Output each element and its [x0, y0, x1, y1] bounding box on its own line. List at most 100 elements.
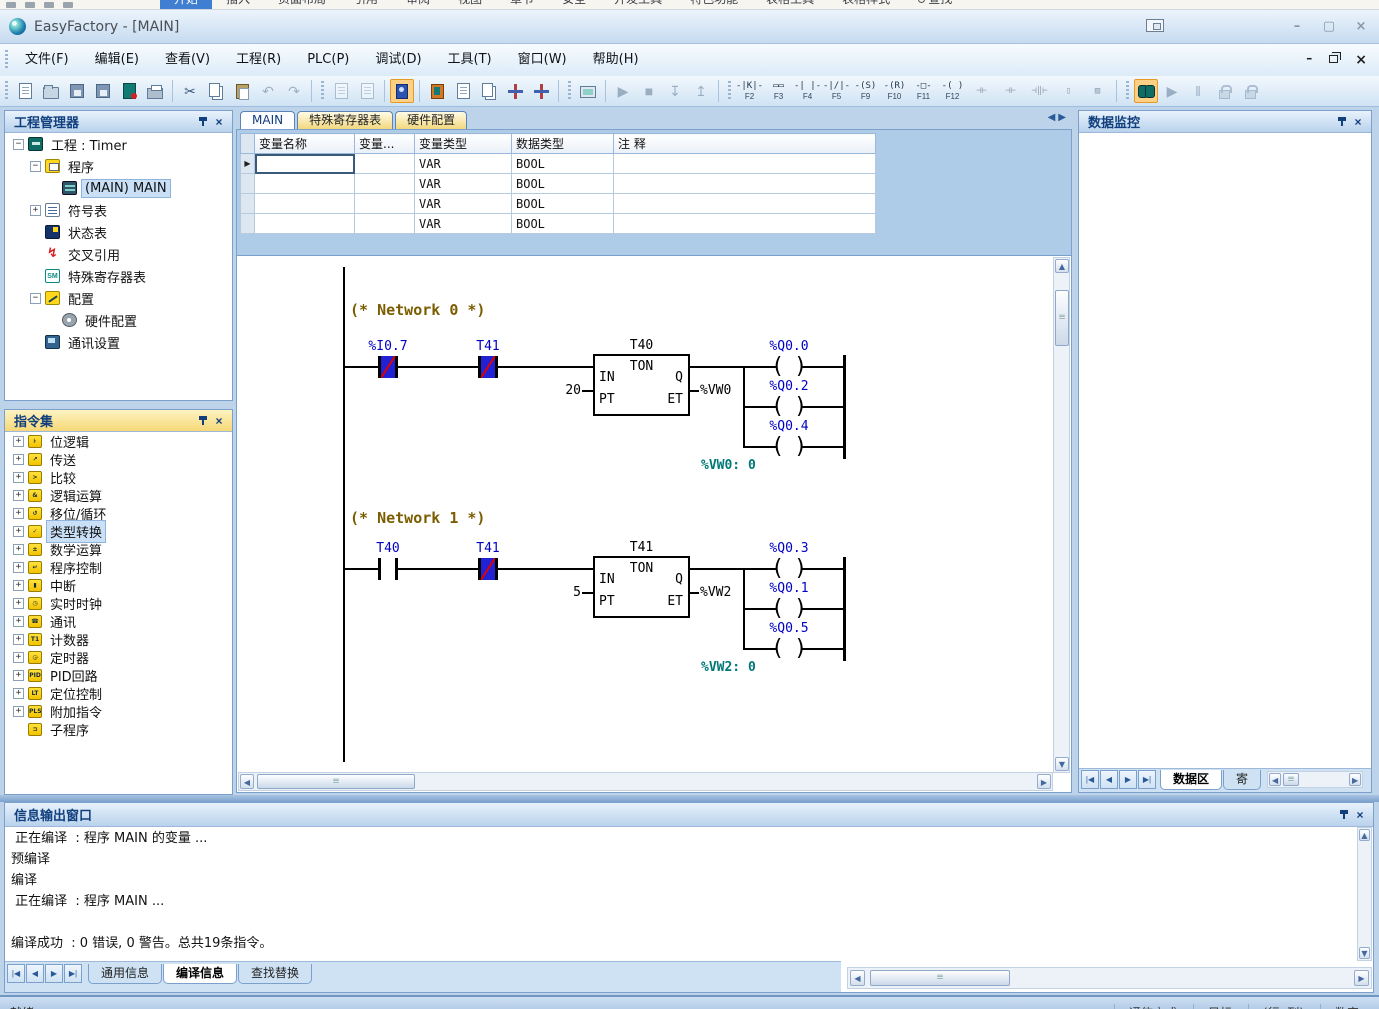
tree-expander[interactable]: + [13, 580, 24, 591]
ladder-tool-F9[interactable]: -(S)F9 [852, 78, 879, 104]
ladder-tool-F11[interactable]: -□-F11 [910, 78, 937, 104]
editor-tab-硬件配置[interactable]: 硬件配置 [395, 111, 467, 129]
tree-expander[interactable]: + [13, 454, 24, 465]
tree-item-program-folder[interactable]: −程序 [5, 155, 232, 177]
output-tab-查找替换[interactable]: 查找替换 [238, 964, 312, 984]
collapse-all-icon[interactable] [529, 79, 553, 103]
instruction-item-附加指令[interactable]: +PLS附加指令 [5, 702, 232, 720]
background-ribbon-tab-查找[interactable]: 查找 [904, 0, 966, 9]
tree-expander[interactable]: + [13, 526, 24, 537]
instruction-item-定时器[interactable]: +◶定时器 [5, 648, 232, 666]
editor-tab-特殊寄存器表[interactable]: 特殊寄存器表 [297, 111, 393, 129]
last-tab-icon[interactable]: ▶| [64, 964, 82, 983]
print-icon[interactable] [143, 79, 167, 103]
nc-contact[interactable] [478, 558, 498, 580]
open-file-icon[interactable] [39, 79, 63, 103]
scroll-left-icon[interactable]: ◀ [1269, 773, 1281, 786]
cell[interactable] [355, 214, 415, 234]
instruction-item-计数器[interactable]: +T1计数器 [5, 630, 232, 648]
new-file-icon[interactable] [13, 79, 37, 103]
tree-item-symbol-table[interactable]: +符号表 [5, 199, 232, 221]
scroll-up-icon[interactable]: ▲ [1055, 259, 1069, 273]
maximize-button[interactable]: ▢ [1321, 18, 1337, 35]
ladder-vscrollbar[interactable]: ▲ ▼ [1053, 257, 1070, 773]
background-ribbon-tab-特色功能[interactable]: 特色功能 [676, 0, 752, 9]
instruction-item-实时时钟[interactable]: +◷实时时钟 [5, 594, 232, 612]
minimize-button[interactable]: – [1289, 18, 1305, 35]
expand-all-icon[interactable] [503, 79, 527, 103]
cell[interactable]: BOOL [512, 214, 614, 234]
pin-icon[interactable] [195, 114, 211, 130]
column-header[interactable]: 变量... [355, 134, 415, 154]
row-selector[interactable] [241, 174, 255, 194]
ladder-tool-F12[interactable]: -( )F12 [939, 78, 966, 104]
ladder-hscrollbar[interactable]: ◀ ▶ [238, 772, 1053, 791]
tree-item-cross-ref[interactable]: ↯交叉引用 [5, 243, 232, 265]
ladder-tool-F10[interactable]: -(R)F10 [881, 78, 908, 104]
nc-contact[interactable] [378, 356, 398, 378]
tree-expander[interactable]: − [30, 161, 41, 172]
toolbar-grip[interactable] [5, 81, 8, 101]
scroll-up-icon[interactable]: ▲ [1359, 829, 1370, 841]
background-ribbon-tab-表格样式[interactable]: 表格样式 [828, 0, 904, 9]
scroll-right-icon[interactable]: ▶ [1349, 773, 1361, 786]
tree-expander[interactable]: + [13, 652, 24, 663]
tree-item-program-block[interactable]: (MAIN) MAIN [5, 177, 232, 199]
background-ribbon-tab-引用[interactable]: 引用 [340, 0, 392, 9]
column-header[interactable]: 数据类型 [512, 134, 614, 154]
tree-expander[interactable]: + [13, 436, 24, 447]
ladder-tool-F2[interactable]: -|K|-F2 [736, 78, 763, 104]
toolbar-grip[interactable] [1126, 81, 1129, 101]
column-header[interactable]: 注 释 [614, 134, 876, 154]
tree-expander[interactable]: + [13, 670, 24, 681]
background-ribbon-tab-审阅[interactable]: 审阅 [392, 0, 444, 9]
monitor-hscrollbar[interactable]: ◀ ▶ [1267, 771, 1363, 788]
background-ribbon-tab-开始[interactable]: 开始 [160, 0, 212, 9]
column-header[interactable]: 变量类型 [415, 134, 512, 154]
menu-窗口[interactable]: 窗口(W) [505, 45, 580, 75]
scroll-down-icon[interactable]: ▼ [1055, 757, 1069, 771]
scroll-left-icon[interactable]: ◀ [240, 774, 254, 789]
instruction-item-定位控制[interactable]: +LT定位控制 [5, 684, 232, 702]
pin-icon[interactable] [1334, 114, 1350, 130]
tree-expander[interactable]: + [13, 472, 24, 483]
hscroll-thumb[interactable] [870, 970, 1010, 986]
find-icon[interactable] [1134, 79, 1158, 103]
tree-expander[interactable]: + [13, 616, 24, 627]
toolbar-grip[interactable] [728, 81, 731, 101]
menubar-grip[interactable] [5, 50, 8, 70]
close-icon[interactable]: × [1352, 807, 1368, 823]
cell[interactable] [614, 154, 876, 174]
instruction-item-类型转换[interactable]: +✓类型转换 [5, 522, 232, 540]
ladder-tool-F4[interactable]: -| |-F4 [794, 78, 821, 104]
tree-expander[interactable]: + [13, 598, 24, 609]
tree-expander[interactable]: − [13, 139, 24, 150]
instruction-item-PID回路[interactable]: +PIDPID回路 [5, 666, 232, 684]
toolbar-grip[interactable] [321, 81, 324, 101]
instruction-item-数学运算[interactable]: +±数学运算 [5, 540, 232, 558]
close-icon[interactable]: × [1350, 114, 1366, 130]
instruction-item-子程序[interactable]: ⊐子程序 [5, 720, 232, 738]
no-contact[interactable] [378, 558, 398, 580]
cell[interactable]: BOOL [512, 174, 614, 194]
first-tab-icon[interactable]: |◀ [7, 964, 25, 983]
instruction-item-位逻辑[interactable]: +⊦位逻辑 [5, 432, 232, 450]
monitor-tab-数据区[interactable]: 数据区 [1160, 770, 1222, 790]
instruction-item-移位/循环[interactable]: +↺移位/循环 [5, 504, 232, 522]
close-icon[interactable]: × [211, 413, 227, 429]
tree-item-status-table[interactable]: 状态表 [5, 221, 232, 243]
cell[interactable]: BOOL [512, 194, 614, 214]
instruction-item-逻辑运算[interactable]: +&逻辑运算 [5, 486, 232, 504]
save-all-icon[interactable] [91, 79, 115, 103]
first-tab-icon[interactable]: |◀ [1081, 770, 1099, 789]
cell[interactable]: VAR [415, 154, 512, 174]
menu-PLC[interactable]: PLC(P) [294, 45, 362, 75]
background-ribbon-tab-页面布局[interactable]: 页面布局 [264, 0, 340, 9]
cell[interactable]: VAR [415, 214, 512, 234]
monitor-tab-寄[interactable]: 寄 [1223, 770, 1261, 790]
background-ribbon-tab-安全[interactable]: 安全 [548, 0, 600, 9]
cell[interactable] [355, 154, 415, 174]
background-ribbon-tab-章节[interactable]: 章节 [496, 0, 548, 9]
tab-scroll-left-icon[interactable]: ◀ [1048, 112, 1056, 123]
menu-编辑[interactable]: 编辑(E) [82, 45, 152, 75]
